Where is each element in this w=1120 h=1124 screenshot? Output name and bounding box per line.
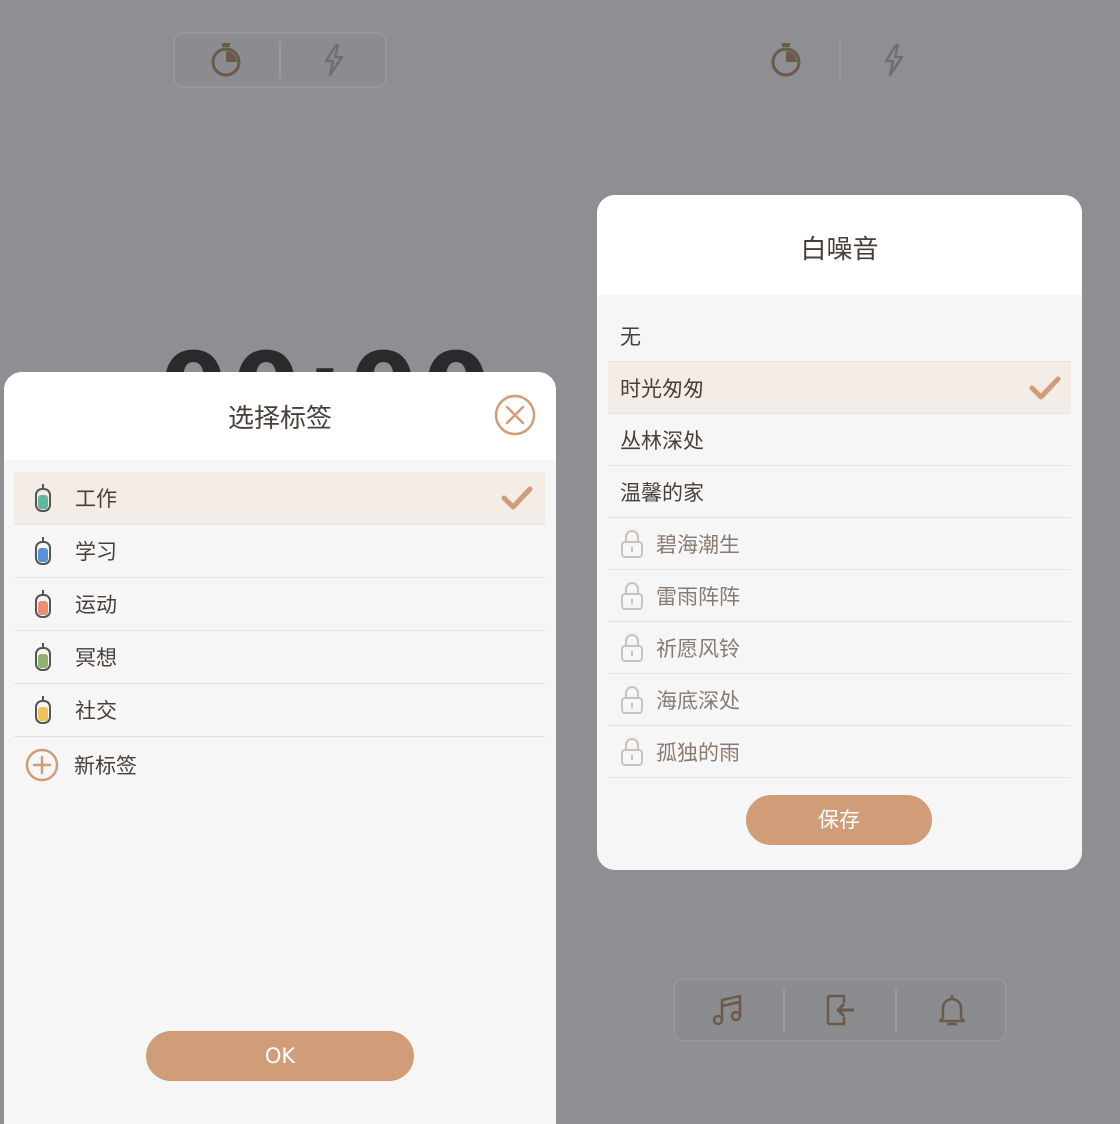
tag-icon — [28, 536, 58, 566]
sound-list: 无 时光匆匆 丛林深处 温馨的家 碧海潮生 雷雨阵阵 祈愿风铃 海底深处 孤独的… — [608, 310, 1071, 778]
tag-icon — [28, 642, 58, 672]
tag-row-study[interactable]: 学习 — [14, 525, 545, 578]
lightning-button[interactable] — [841, 32, 947, 88]
sound-row[interactable]: 无 — [608, 310, 1071, 362]
top-mode-bar — [173, 32, 387, 88]
add-tag-label: 新标签 — [74, 754, 137, 778]
sound-label: 海底深处 — [656, 688, 740, 713]
tag-row-meditation[interactable]: 冥想 — [14, 631, 545, 684]
stopwatch-icon — [211, 43, 241, 77]
lock-icon — [621, 633, 643, 662]
stopwatch-button[interactable] — [173, 32, 279, 88]
sheet-title: 选择标签 — [227, 404, 332, 434]
tag-row-sport[interactable]: 运动 — [14, 578, 545, 631]
tag-icon — [28, 589, 58, 619]
exit-button[interactable] — [785, 978, 895, 1042]
sound-row-locked[interactable]: 碧海潮生 — [608, 518, 1071, 570]
sound-label: 时光匆匆 — [620, 376, 704, 401]
sound-label: 孤独的雨 — [656, 740, 740, 765]
ok-button[interactable]: OK — [146, 1031, 414, 1081]
bell-button[interactable] — [897, 978, 1007, 1042]
check-icon — [1029, 376, 1061, 400]
tag-label: 冥想 — [75, 646, 117, 670]
tag-select-sheet: 选择标签 工作 学习 运动 冥想 社交 新标签 OK — [4, 372, 556, 1124]
bell-icon — [938, 995, 966, 1026]
tag-row-social[interactable]: 社交 — [14, 684, 545, 737]
tag-label: 运动 — [75, 593, 117, 617]
left-screen: 00:00 选择标签 工作 学习 — [0, 0, 560, 1124]
sound-label: 碧海潮生 — [656, 532, 740, 557]
sound-row-locked[interactable]: 雷雨阵阵 — [608, 570, 1071, 622]
tag-icon — [28, 483, 58, 513]
tag-row-work[interactable]: 工作 — [14, 472, 545, 525]
sound-label: 祈愿风铃 — [656, 636, 740, 661]
bottom-toolbar — [673, 978, 1007, 1042]
lock-icon — [621, 529, 643, 558]
tag-icon — [28, 695, 58, 725]
sound-row-locked[interactable]: 海底深处 — [608, 674, 1071, 726]
lock-icon — [621, 737, 643, 766]
music-icon — [712, 994, 742, 1026]
dialog-title: 白噪音 — [800, 235, 879, 265]
lightning-icon — [324, 43, 344, 77]
lightning-icon — [884, 43, 904, 77]
lock-icon — [621, 685, 643, 714]
sound-row[interactable]: 丛林深处 — [608, 414, 1071, 466]
exit-icon — [826, 994, 854, 1026]
sound-label: 无 — [620, 324, 641, 349]
sound-label: 雷雨阵阵 — [656, 584, 740, 609]
save-button[interactable]: 保存 — [746, 795, 932, 845]
tag-list: 工作 学习 运动 冥想 社交 新标签 — [14, 472, 545, 793]
stopwatch-icon — [771, 43, 801, 77]
tag-label: 工作 — [75, 487, 117, 511]
sound-label: 丛林深处 — [620, 428, 704, 453]
sound-label: 温馨的家 — [620, 480, 704, 505]
sound-row[interactable]: 温馨的家 — [608, 466, 1071, 518]
sheet-header: 选择标签 — [4, 372, 556, 460]
stopwatch-button[interactable] — [733, 32, 839, 88]
right-screen: 白噪音 无 时光匆匆 丛林深处 温馨的家 碧海潮生 雷雨阵阵 祈愿风铃 海底深处… — [560, 0, 1120, 1124]
dialog-header: 白噪音 — [597, 195, 1082, 295]
close-icon[interactable] — [494, 394, 536, 436]
lightning-button[interactable] — [281, 32, 387, 88]
tag-label: 社交 — [75, 699, 117, 723]
sound-row-locked[interactable]: 祈愿风铃 — [608, 622, 1071, 674]
add-tag-row[interactable]: 新标签 — [14, 737, 545, 793]
plus-circle-icon — [25, 748, 59, 782]
lock-icon — [621, 581, 643, 610]
music-button[interactable] — [673, 978, 783, 1042]
white-noise-dialog: 白噪音 无 时光匆匆 丛林深处 温馨的家 碧海潮生 雷雨阵阵 祈愿风铃 海底深处… — [597, 195, 1082, 870]
tag-label: 学习 — [75, 540, 117, 564]
sound-row-selected[interactable]: 时光匆匆 — [608, 362, 1071, 414]
top-mode-bar — [733, 32, 947, 88]
check-icon — [501, 486, 533, 510]
sound-row-locked[interactable]: 孤独的雨 — [608, 726, 1071, 778]
